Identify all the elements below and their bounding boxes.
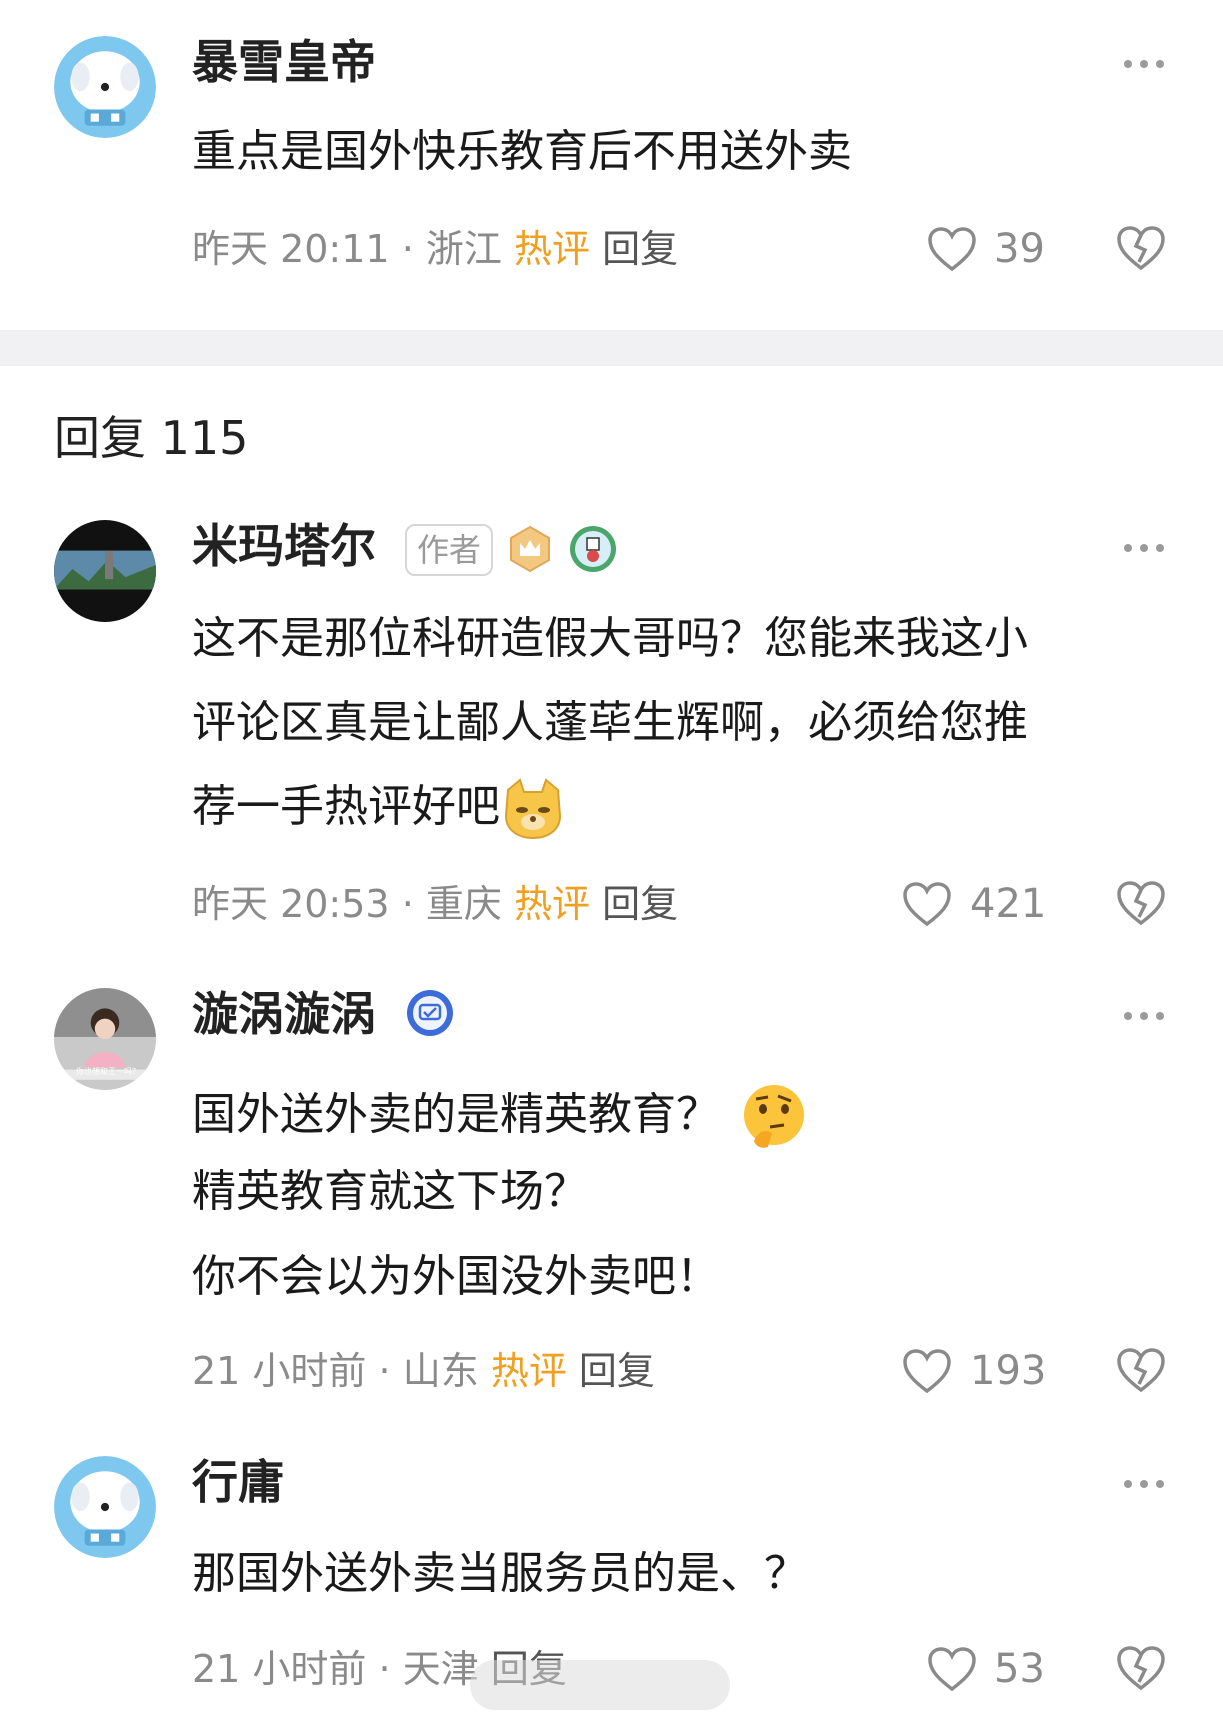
meta-separator: · [401,882,426,926]
reply-button[interactable]: 回复 [602,227,678,271]
crown-badge-icon [510,525,550,573]
avatar-caption: 你也想和王一吗？ [76,1067,140,1076]
comment-text-line: 精英教育就这下场？ [192,1166,588,1217]
more-options-icon[interactable] [1124,544,1164,556]
like-count: 193 [970,1348,1047,1394]
username[interactable]: 米玛塔尔 [192,518,376,574]
comment-location: 山东 [402,1349,479,1393]
like-count: 39 [994,226,1045,272]
replies-count-title: 回复 115 [54,411,249,465]
comment-text-line: 荐一手热评好吧 [192,765,566,849]
heart-like-icon[interactable] [926,225,978,273]
username[interactable]: 行庸 [192,1454,284,1510]
comment-meta: 昨天 20:53 · 重庆 热评 回复 [192,880,678,928]
comment-text-line: 这不是那位科研造假大哥吗？您能来我这小 [192,613,1028,664]
reply-button[interactable]: 回复 [602,882,678,926]
avatar[interactable] [54,1456,156,1558]
username[interactable]: 暴雪皇帝 [192,34,376,90]
comment-text: 重点是国外快乐教育后不用送外卖 [192,126,852,177]
comment-meta: 昨天 20:11 · 浙江 热评 回复 [192,225,678,273]
more-options-icon[interactable] [1124,60,1164,72]
broken-heart-dislike-icon[interactable] [1115,1344,1167,1396]
meta-separator: · [378,1647,403,1691]
thinking-face-emoji-icon [744,1085,804,1148]
comment-text-line: 国外送外卖的是精英教育？ [192,1073,810,1157]
meta-separator: · [378,1349,403,1393]
watermark-overlay [470,1660,730,1710]
comment-text-line-content: 荐一手热评好吧 [192,781,500,832]
comment-text-line: 你不会以为外国没外卖吧！ [192,1251,720,1302]
comment-meta: 21 小时前 · 山东 热评 回复 [192,1347,655,1395]
more-options-icon[interactable] [1124,1480,1164,1492]
reply-button[interactable]: 回复 [579,1349,655,1393]
comment-time: 21 小时前 [192,1349,367,1393]
username[interactable]: 漩涡漩涡 [192,986,376,1042]
comment-location: 天津 [402,1647,479,1691]
dog-astronaut-avatar-icon [54,1456,156,1558]
comment-time: 21 小时前 [192,1647,367,1691]
heart-like-icon[interactable] [901,880,953,928]
meta-separator: · [401,227,426,271]
comment-time: 昨天 20:11 [192,227,390,271]
comment-text-line: 评论区真是让鄙人蓬荜生辉啊，必须给您推 [192,697,1028,748]
hot-comment-badge: 热评 [513,882,590,926]
avatar[interactable]: 你也想和王一吗？ [54,988,156,1090]
dog-astronaut-avatar-icon [54,36,156,138]
broken-heart-dislike-icon[interactable] [1115,877,1167,929]
avatar[interactable] [54,520,156,622]
landscape-avatar-icon [54,520,156,622]
more-options-icon[interactable] [1124,1012,1164,1024]
hot-comment-badge: 热评 [513,227,590,271]
comment-time: 昨天 20:53 [192,882,390,926]
like-count: 53 [994,1646,1045,1692]
comment-location: 浙江 [425,227,502,271]
heart-like-icon[interactable] [901,1347,953,1395]
comment-text-line: 那国外送外卖当服务员的是、？ [192,1548,808,1599]
broken-heart-dislike-icon[interactable] [1115,222,1167,274]
avatar[interactable] [54,36,156,138]
fan-badge-icon [570,526,616,572]
comment-location: 重庆 [425,882,502,926]
broken-heart-dislike-icon[interactable] [1115,1642,1167,1694]
comment-text-line-content: 国外送外卖的是精英教育？ [192,1089,720,1140]
like-count: 421 [970,881,1047,927]
author-tag: 作者 [405,524,493,576]
heart-like-icon[interactable] [926,1645,978,1693]
verified-badge-icon [407,990,453,1036]
doge-cat-emoji-icon [504,778,562,840]
hot-comment-badge: 热评 [490,1349,567,1393]
section-divider [0,330,1223,366]
